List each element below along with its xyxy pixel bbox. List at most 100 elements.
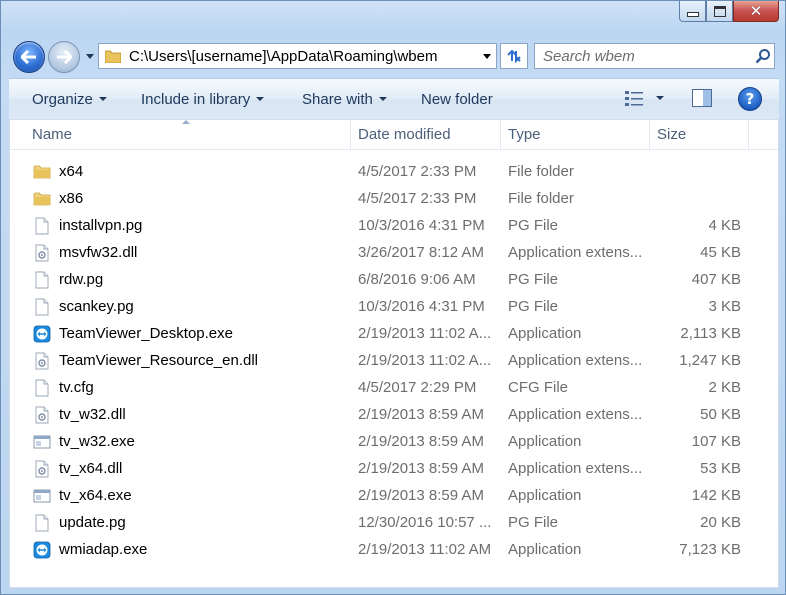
column-divider[interactable] — [500, 120, 501, 149]
folder-icon — [33, 163, 51, 181]
address-bar[interactable]: C:\Users\[username]\AppData\Roaming\wbem — [98, 43, 497, 69]
file-icon — [33, 514, 51, 532]
column-header-name[interactable]: Name — [32, 120, 72, 149]
file-name: tv_w32.dll — [59, 406, 126, 423]
file-date: 2/19/2013 8:59 AM — [358, 460, 484, 477]
file-row[interactable]: x64 4/5/2017 2:33 PM File folder — [10, 158, 778, 185]
file-type: File folder — [508, 163, 574, 180]
file-name-cell: TeamViewer_Resource_en.dll — [33, 347, 353, 374]
file-date: 2/19/2013 11:02 A... — [358, 325, 492, 342]
caption-buttons: ✕ — [679, 1, 779, 22]
file-list: Name Date modified Type Size x64 4/5/2017… — [9, 119, 779, 588]
file-name: x64 — [59, 163, 84, 180]
search-input[interactable] — [535, 46, 752, 66]
file-type: Application extens... — [508, 406, 643, 423]
file-row[interactable]: tv_x64.dll 2/19/2013 8:59 AM Application e… — [10, 455, 778, 482]
include-in-library-label: Include in library — [141, 90, 251, 108]
file-name-cell: rdw.pg — [33, 266, 353, 293]
file-row[interactable]: wmiadap.exe 2/19/2013 11:02 AM Application… — [10, 536, 778, 563]
new-folder-button[interactable]: New folder — [421, 79, 493, 119]
explorer-window: ✕ C:\Users\[username]\AppData\Roaming\wb… — [0, 0, 786, 595]
chevron-down-icon — [483, 53, 491, 59]
file-name: installvpn.pg — [59, 217, 143, 234]
file-type: Application extens... — [508, 460, 643, 477]
column-divider[interactable] — [350, 120, 351, 149]
file-date: 3/26/2017 8:12 AM — [358, 244, 484, 261]
file-type: Application — [508, 487, 582, 504]
refresh-icon — [507, 49, 521, 63]
new-folder-label: New folder — [421, 90, 493, 108]
file-size — [658, 185, 741, 212]
file-name: msvfw32.dll — [59, 244, 138, 261]
maximize-icon — [713, 5, 726, 17]
file-row[interactable]: msvfw32.dll 3/26/2017 8:12 AM Application … — [10, 239, 778, 266]
file-name-cell: wmiadap.exe — [33, 536, 353, 563]
file-name: tv_w32.exe — [59, 433, 135, 450]
file-row[interactable]: installvpn.pg 10/3/2016 4:31 PM PG File 4 K… — [10, 212, 778, 239]
address-dropdown[interactable] — [478, 44, 496, 68]
file-date: 4/5/2017 2:33 PM — [358, 163, 477, 180]
file-name: update.pg — [59, 514, 126, 531]
file-name: tv.cfg — [59, 379, 94, 396]
close-icon: ✕ — [749, 1, 763, 20]
change-view-icon[interactable] — [625, 90, 643, 107]
file-size: 107 KB — [691, 433, 741, 450]
file-size: 45 KB — [700, 244, 741, 261]
share-with-label: Share with — [302, 90, 373, 108]
column-header-type[interactable]: Type — [508, 120, 541, 149]
chevron-down-icon — [86, 53, 94, 59]
file-row[interactable]: TeamViewer_Resource_en.dll 2/19/2013 11:0… — [10, 347, 778, 374]
search-icon[interactable] — [752, 45, 774, 67]
file-name-cell: tv_x64.dll — [33, 455, 353, 482]
file-type: CFG File — [508, 379, 568, 396]
file-name-cell: tv_w32.dll — [33, 401, 353, 428]
file-row[interactable]: rdw.pg 6/8/2016 9:06 AM PG File 407 KB — [10, 266, 778, 293]
preview-pane-icon[interactable] — [692, 89, 712, 107]
help-button[interactable]: ? — [738, 87, 762, 111]
file-row[interactable]: tv_w32.dll 2/19/2013 8:59 AM Application e… — [10, 401, 778, 428]
file-date: 2/19/2013 8:59 AM — [358, 433, 484, 450]
file-row[interactable]: update.pg 12/30/2016 10:57 ... PG File 20 K… — [10, 509, 778, 536]
column-divider[interactable] — [748, 120, 749, 149]
file-date: 2/19/2013 8:59 AM — [358, 406, 484, 423]
column-divider[interactable] — [649, 120, 650, 149]
share-with-menu[interactable]: Share with — [302, 79, 387, 119]
folder-icon — [105, 50, 121, 63]
application-icon — [33, 433, 51, 451]
dll-file-icon — [33, 406, 51, 424]
chevron-down-icon — [256, 97, 265, 101]
file-type: PG File — [508, 298, 559, 315]
file-icon — [33, 298, 51, 316]
view-options-dropdown[interactable] — [656, 96, 664, 100]
recent-pages-dropdown[interactable] — [83, 49, 97, 63]
search-box[interactable] — [534, 43, 775, 69]
file-row[interactable]: tv.cfg 4/5/2017 2:29 PM CFG File 2 KB — [10, 374, 778, 401]
file-row[interactable]: tv_x64.exe 2/19/2013 8:59 AM Application 14… — [10, 482, 778, 509]
file-name: x86 — [59, 190, 84, 207]
file-size: 1,247 KB — [679, 352, 741, 369]
refresh-button[interactable] — [500, 43, 528, 69]
file-name-cell: update.pg — [33, 509, 353, 536]
file-row[interactable]: x86 4/5/2017 2:33 PM File folder — [10, 185, 778, 212]
dll-file-icon — [33, 244, 51, 262]
file-row[interactable]: TeamViewer_Desktop.exe 2/19/2013 11:02 A.… — [10, 320, 778, 347]
file-name-cell: scankey.pg — [33, 293, 353, 320]
file-row[interactable]: tv_w32.exe 2/19/2013 8:59 AM Application 10… — [10, 428, 778, 455]
minimize-button[interactable] — [679, 1, 706, 22]
file-date: 2/19/2013 11:02 A... — [358, 352, 492, 369]
forward-button[interactable] — [48, 41, 80, 73]
back-button[interactable] — [13, 41, 45, 73]
include-in-library-menu[interactable]: Include in library — [141, 79, 265, 119]
chevron-down-icon — [378, 97, 387, 101]
command-bar: Organize Include in library Share with N… — [9, 78, 779, 120]
file-row[interactable]: scankey.pg 10/3/2016 4:31 PM PG File 3 KB — [10, 293, 778, 320]
file-icon — [33, 379, 51, 397]
close-button[interactable]: ✕ — [733, 1, 779, 22]
file-date: 2/19/2013 8:59 AM — [358, 487, 484, 504]
column-header-size[interactable]: Size — [657, 120, 686, 149]
teamviewer-icon — [33, 325, 51, 343]
column-header-date[interactable]: Date modified — [358, 120, 451, 149]
organize-menu[interactable]: Organize — [32, 79, 107, 119]
maximize-button[interactable] — [706, 1, 733, 22]
file-size: 3 KB — [708, 298, 741, 315]
